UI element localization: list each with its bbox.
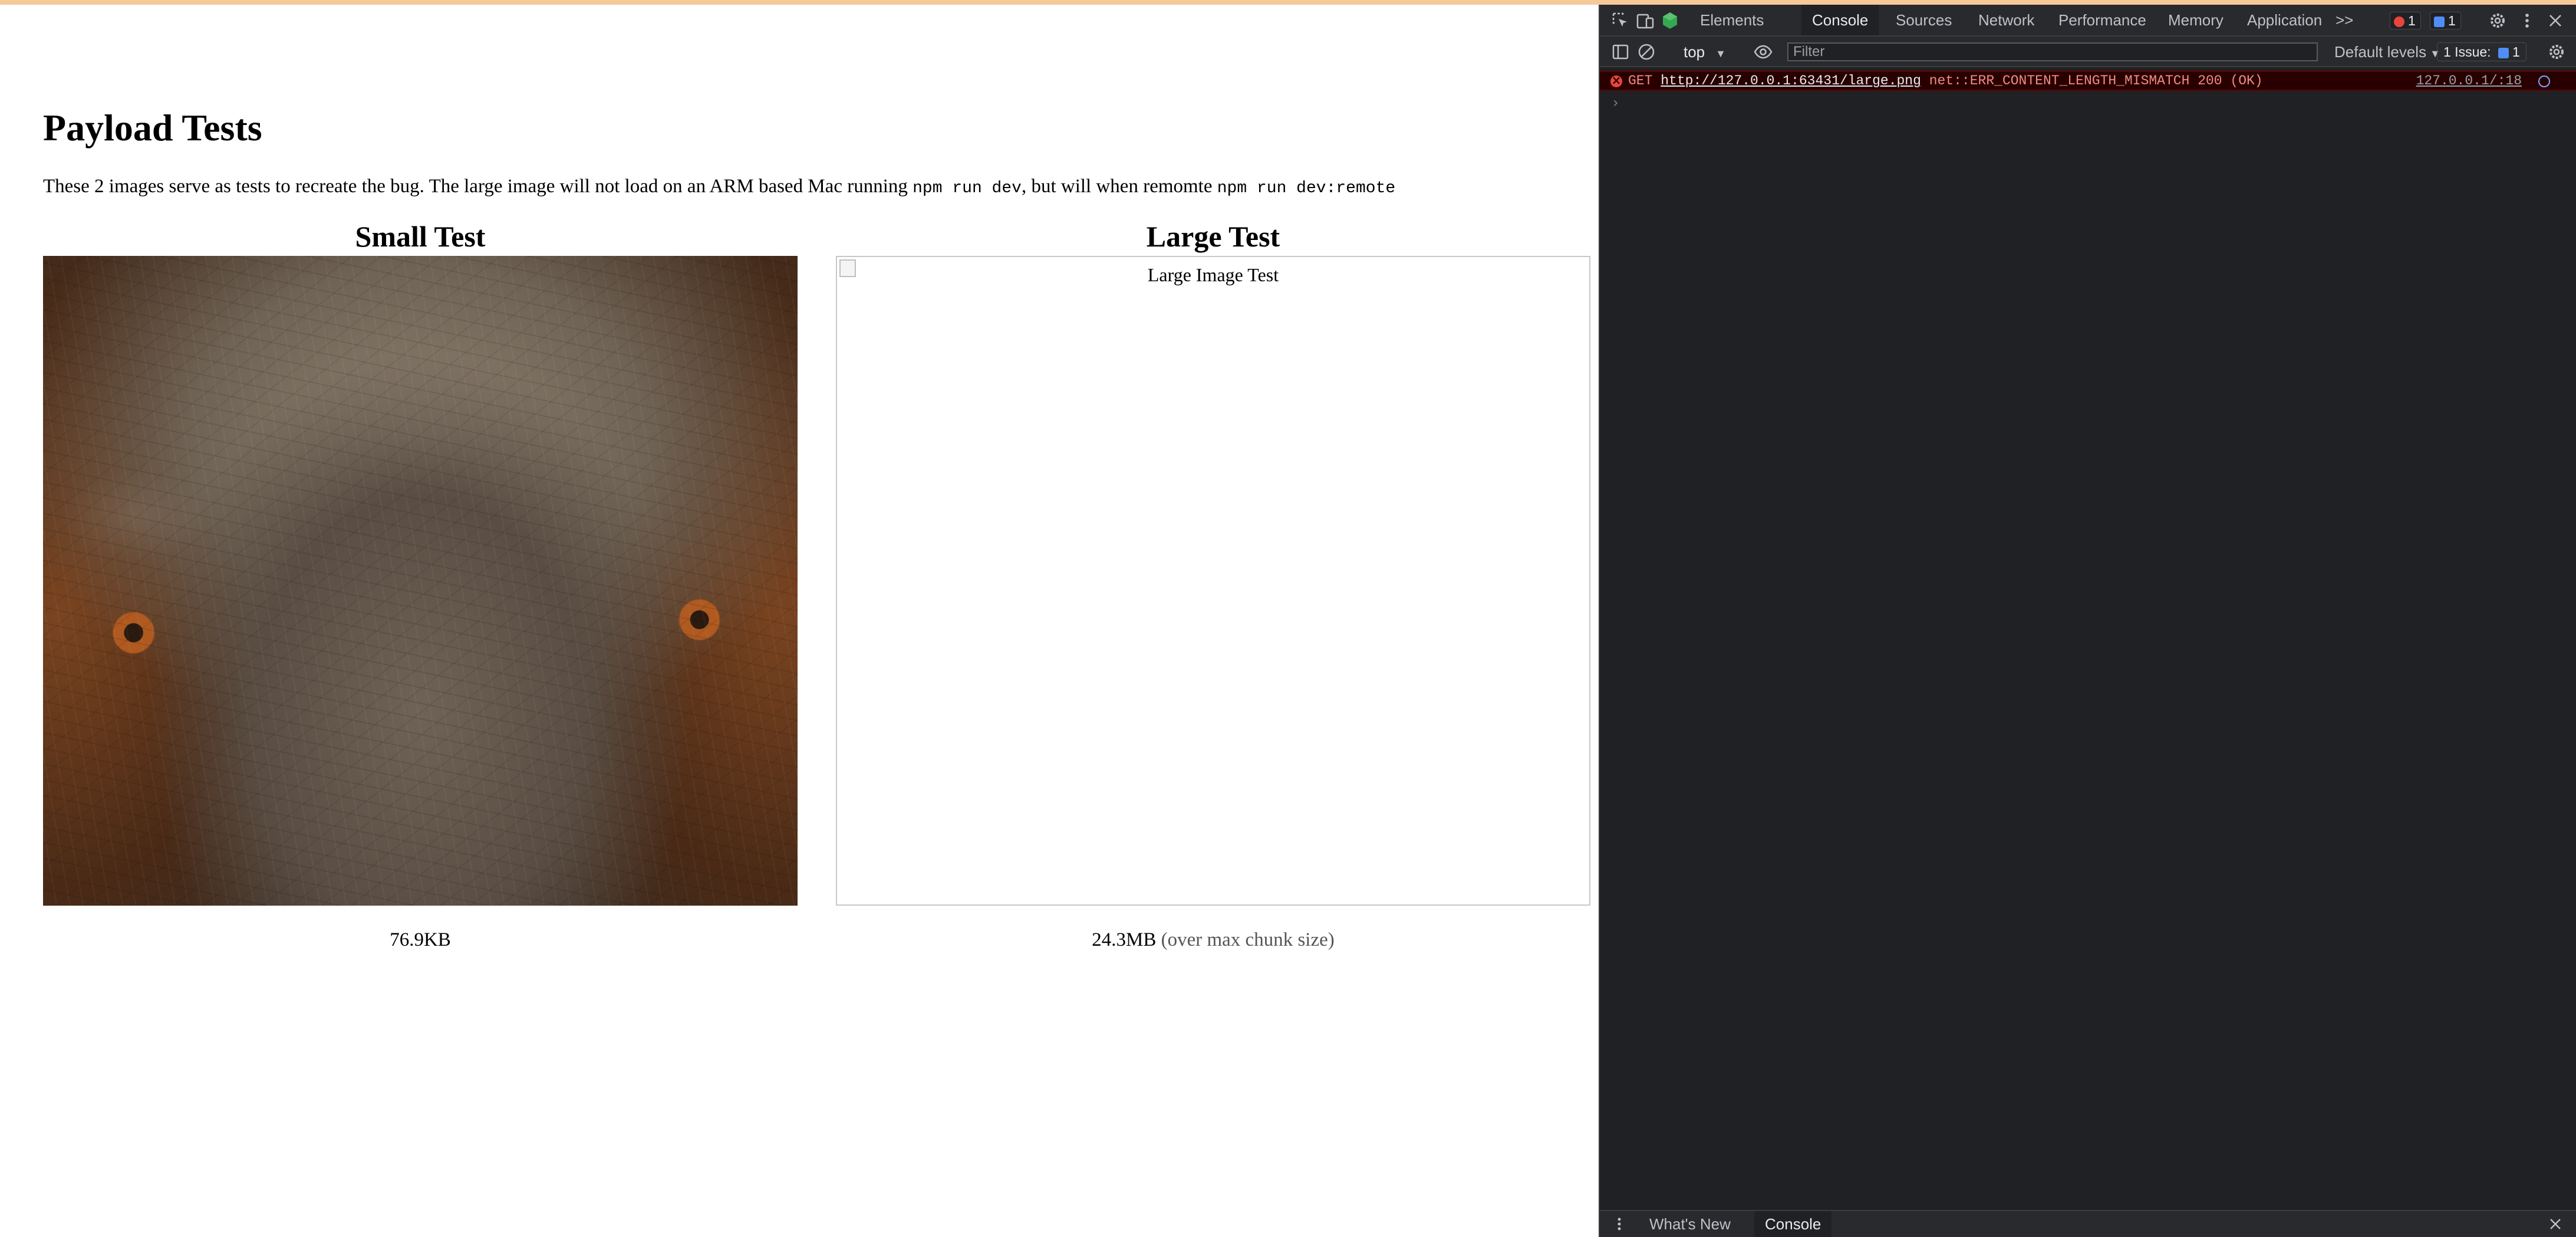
tab-memory[interactable]: Memory [2157,5,2234,35]
sidebar-icon[interactable] [1610,42,1630,62]
issues-button[interactable]: 1 Issue: 1 [2437,42,2526,61]
console-output[interactable]: GET http://127.0.0.1:63431/large.png net… [1600,67,2576,1210]
extension-icon[interactable] [1660,11,1680,31]
issues-label: 1 Issue: [2443,44,2491,60]
tab-sources[interactable]: Sources [1885,5,1962,35]
large-test-size: 24.3MB [1092,929,1157,950]
close-icon[interactable] [2545,1214,2565,1234]
issue-message-icon [2498,48,2509,58]
message-count-badge[interactable]: 1 [2430,12,2461,29]
large-test-section: Large Test Large Image Test 24.3MB (over… [836,217,1590,951]
log-levels-dropdown[interactable]: Default levels ▼ [2334,44,2440,60]
log-levels-value: Default levels [2334,43,2427,61]
issues-count: 1 [2512,44,2520,60]
intro-paragraph: These 2 images serve as tests to recreat… [43,176,1395,198]
error-icon [1610,71,1622,89]
inspect-icon[interactable] [1610,11,1630,31]
error-method: GET [1628,73,1653,88]
error-count: 1 [2408,13,2416,28]
console-toolbar: top ▼ Default levels▼ 1 Issue: 1 [1600,37,2576,67]
console-filter-input[interactable] [1787,42,2318,61]
tab-application[interactable]: Application [2236,5,2333,35]
message-icon [2434,17,2445,27]
console-error-row[interactable]: GET http://127.0.0.1:63431/large.png net… [1600,71,2576,91]
drawer-tab-console[interactable]: Console [1754,1211,1832,1237]
eye-icon[interactable] [1753,42,1773,62]
error-count-badge[interactable]: 1 [2390,12,2421,29]
drawer-tab-whats-new[interactable]: What's New [1639,1211,1741,1237]
drawer-menu-icon[interactable] [1609,1214,1629,1234]
error-url-link[interactable]: http://127.0.0.1:63431/large.png [1661,73,1921,88]
error-icon [2394,17,2404,27]
intro-code-remote: npm run dev:remote [1217,179,1396,198]
context-selector[interactable]: top ▼ [1684,44,1726,60]
intro-text-2: , but will when remomte [1021,176,1217,197]
error-text: net::ERR_CONTENT_LENGTH_MISMATCH 200 (OK… [1929,73,2263,88]
large-test-image-broken: Large Image Test [836,256,1590,906]
error-source-link[interactable]: 127.0.0.1/:18 [2416,72,2522,90]
tab-console[interactable]: Console [1801,5,1879,35]
small-test-section: Small Test 76.9KB [43,217,798,951]
devtools-tab-bar: Elements Console Sources Network Perform… [1600,5,2576,37]
tab-performance[interactable]: Performance [2048,5,2157,35]
more-tabs-button[interactable]: >> [2335,5,2353,35]
error-message: GET http://127.0.0.1:63431/large.png net… [1628,72,2263,90]
web-page: Payload Tests These 2 images serve as te… [0,5,1599,1237]
large-test-note: (over max chunk size) [1161,929,1335,950]
large-test-caption: 24.3MB (over max chunk size) [836,929,1590,951]
small-test-size: 76.9KB [390,929,451,950]
page-title: Payload Tests [43,107,262,149]
context-value: top [1684,43,1705,61]
device-toolbar-icon[interactable] [1635,11,1655,31]
large-image-alt-text: Large Image Test [1147,264,1279,285]
devtools-panel: Elements Console Sources Network Perform… [1599,5,2576,1237]
link-icon[interactable] [2538,75,2550,87]
console-prompt[interactable]: › [1613,94,1619,111]
devtools-drawer-bar: What's New Console [1600,1210,2576,1237]
close-icon[interactable] [2545,11,2565,31]
tab-network[interactable]: Network [1968,5,2045,35]
tab-elements[interactable]: Elements [1689,5,1774,35]
settings-gear-icon[interactable] [2547,42,2567,62]
large-test-heading: Large Test [1146,220,1280,253]
window-top-accent [0,0,2576,5]
more-vert-icon[interactable] [2517,11,2537,31]
settings-icon[interactable] [2488,11,2508,31]
chevron-down-icon: ▼ [1715,48,1726,60]
message-count: 1 [2448,13,2456,28]
small-test-image [43,256,798,906]
intro-text-1: These 2 images serve as tests to recreat… [43,176,913,197]
small-test-heading: Small Test [355,220,486,253]
clear-console-icon[interactable] [1636,42,1656,62]
intro-code-dev: npm run dev [913,179,1022,198]
